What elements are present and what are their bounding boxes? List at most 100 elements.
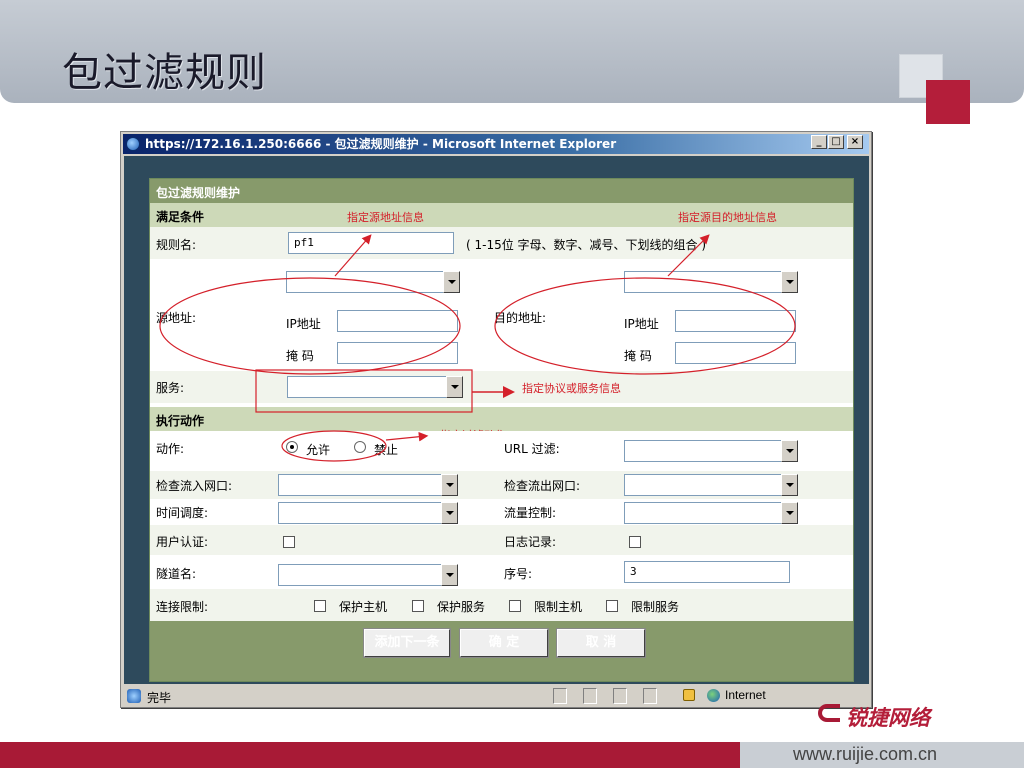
ie-logo-icon — [126, 137, 140, 151]
auth-label: 用户认证: — [156, 535, 209, 549]
seq-input[interactable]: 3 — [624, 561, 790, 583]
cancel-button[interactable]: 取 消 — [556, 628, 646, 658]
status-pane — [643, 688, 657, 704]
footer-bar-red — [0, 742, 740, 768]
auth-checkbox[interactable] — [283, 536, 295, 548]
seq-label: 序号: — [504, 567, 533, 581]
source-mask-input[interactable] — [337, 342, 458, 364]
conn-label-protect-host: 保护主机 — [339, 600, 388, 614]
note-dest: 指定源目的地址信息 — [678, 211, 777, 224]
auth-row: 用户认证: 日志记录: — [150, 525, 853, 555]
slide-title: 包过滤规则 — [62, 50, 267, 96]
window-titlebar[interactable]: https://172.16.1.250:6666 - 包过滤规则维护 - Mi… — [123, 134, 869, 154]
section-action-title: 执行动作 — [156, 414, 205, 428]
dest-address-label: 目的地址: — [494, 311, 547, 325]
traffic-label: 流量控制: — [504, 506, 557, 520]
note-service: 指定协议或服务信息 — [522, 382, 621, 395]
dest-ip-label: IP地址 — [624, 317, 659, 331]
radio-allow[interactable] — [286, 441, 298, 453]
radio-deny-label: 禁止 — [374, 443, 399, 457]
browser-content: 包过滤规则维护 满足条件 指定源地址信息 指定源目的地址信息 规则名: pf1 … — [124, 156, 869, 684]
status-pane — [613, 688, 627, 704]
radio-allow-label: 允许 — [306, 443, 331, 457]
conn-checkbox-limit-host[interactable] — [509, 600, 521, 612]
chevron-down-icon[interactable] — [781, 474, 798, 496]
service-select[interactable] — [287, 376, 463, 398]
rule-name-hint: ( 1-15位 字母、数字、减号、下划线的组合 ) — [466, 238, 707, 252]
chevron-down-icon[interactable] — [441, 564, 458, 586]
add-next-button[interactable]: 添加下一条 — [363, 628, 451, 658]
service-row: 服务: 指定协议或服务信息 — [150, 371, 853, 403]
schedule-label: 时间调度: — [156, 506, 209, 520]
conn-label-protect-service: 保护服务 — [437, 600, 486, 614]
source-ip-input[interactable] — [337, 310, 458, 332]
status-text: 完毕 — [147, 691, 172, 705]
out-port-select[interactable] — [624, 474, 798, 496]
page-done-icon — [127, 689, 141, 703]
note-source: 指定源地址信息 — [347, 211, 424, 224]
conn-label-limit-service: 限制服务 — [631, 600, 680, 614]
section-conditions-row: 满足条件 指定源地址信息 指定源目的地址信息 — [150, 203, 853, 227]
chevron-down-icon[interactable] — [781, 502, 798, 524]
conn-checkbox-protect-service[interactable] — [412, 600, 424, 612]
button-row: 添加下一条 确 定 取 消 — [150, 621, 853, 681]
chevron-down-icon[interactable] — [781, 271, 798, 293]
dest-mask-input[interactable] — [675, 342, 796, 364]
status-pane — [553, 688, 567, 704]
in-port-select[interactable] — [278, 474, 458, 496]
chevron-down-icon[interactable] — [781, 440, 798, 462]
form-header-row: 包过滤规则维护 — [150, 179, 853, 203]
footer-url[interactable]: www.ruijie.com.cn — [793, 744, 937, 765]
status-pane — [583, 688, 597, 704]
out-port-label: 检查流出网口: — [504, 479, 581, 493]
radio-deny[interactable] — [354, 441, 366, 453]
log-checkbox[interactable] — [629, 536, 641, 548]
conn-label-limit-host: 限制主机 — [534, 600, 583, 614]
minimize-button[interactable]: _ — [811, 135, 827, 149]
address-row: 源地址: IP地址 掩 码 目的地址: IP地址 掩 码 — [150, 259, 853, 371]
source-address-select[interactable] — [286, 271, 460, 293]
conn-checkbox-protect-host[interactable] — [314, 600, 326, 612]
source-ip-label: IP地址 — [286, 317, 321, 331]
close-button[interactable]: × — [847, 135, 863, 149]
conn-limit-row: 连接限制: 保护主机 保护服务 限制主机 限制服务 — [150, 589, 853, 621]
tunnel-select[interactable] — [278, 564, 458, 586]
source-address-label: 源地址: — [156, 311, 197, 325]
ie-window: https://172.16.1.250:6666 - 包过滤规则维护 - Mi… — [120, 131, 872, 708]
log-label: 日志记录: — [504, 535, 557, 549]
source-mask-label: 掩 码 — [286, 349, 314, 363]
status-zone: Internet — [725, 688, 766, 702]
action-label: 动作: — [156, 442, 185, 456]
brand-logo: 锐捷网络 — [846, 705, 930, 730]
conn-limit-label: 连接限制: — [156, 600, 209, 614]
rule-name-row: 规则名: pf1 ( 1-15位 字母、数字、减号、下划线的组合 ) — [150, 227, 853, 259]
action-row: 动作: 允许 禁止 URL 过滤: — [150, 431, 853, 463]
url-filter-label: URL 过滤: — [504, 442, 560, 456]
status-bar: 完毕 Internet — [123, 686, 869, 706]
rule-name-input[interactable]: pf1 — [288, 232, 454, 254]
schedule-row: 时间调度: 流量控制: — [150, 499, 853, 525]
schedule-select[interactable] — [278, 502, 458, 524]
chevron-down-icon[interactable] — [443, 271, 460, 293]
globe-icon — [707, 689, 720, 702]
decoration-square-red — [926, 80, 970, 124]
traffic-select[interactable] — [624, 502, 798, 524]
tunnel-row: 隧道名: 序号: 3 — [150, 555, 853, 589]
chevron-down-icon[interactable] — [441, 474, 458, 496]
dest-address-select[interactable] — [624, 271, 798, 293]
dest-ip-input[interactable] — [675, 310, 796, 332]
section-conditions-title: 满足条件 — [156, 210, 205, 224]
rule-name-label: 规则名: — [156, 238, 197, 252]
tunnel-label: 隧道名: — [156, 567, 197, 581]
maximize-button[interactable]: □ — [828, 135, 844, 149]
ports-row: 检查流入网口: 检查流出网口: — [150, 471, 853, 499]
chevron-down-icon[interactable] — [446, 376, 463, 398]
url-filter-select[interactable] — [624, 440, 798, 462]
section-action-row: 执行动作 指定过滤动作 — [150, 407, 853, 442]
ok-button[interactable]: 确 定 — [459, 628, 549, 658]
conn-checkbox-limit-service[interactable] — [606, 600, 618, 612]
form-header: 包过滤规则维护 — [156, 186, 241, 200]
lock-icon — [683, 689, 695, 701]
chevron-down-icon[interactable] — [441, 502, 458, 524]
window-title: https://172.16.1.250:6666 - 包过滤规则维护 - Mi… — [145, 137, 617, 151]
